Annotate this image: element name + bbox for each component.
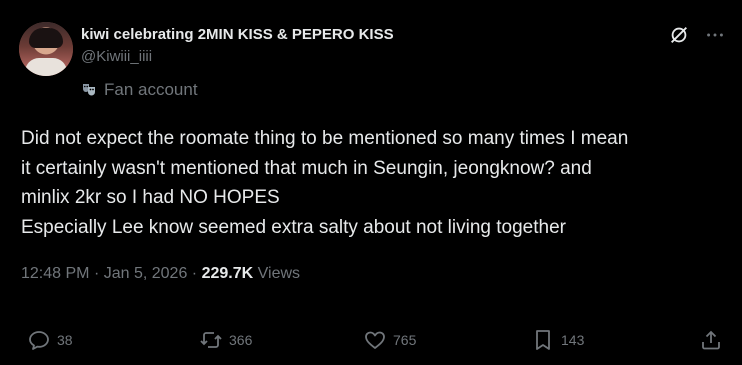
tweet-text-line: minlix 2kr so I had NO HOPES xyxy=(21,187,280,208)
share-button[interactable] xyxy=(699,328,723,352)
meta-separator: · xyxy=(191,265,202,282)
masks-icon xyxy=(83,84,95,96)
like-count: 765 xyxy=(393,332,417,348)
fan-account-label: Fan account xyxy=(81,80,198,100)
reply-icon xyxy=(29,331,49,350)
tweet-text-line: Especially Lee know seemed extra salty a… xyxy=(21,216,566,238)
bookmark-count: 143 xyxy=(561,332,585,348)
avatar-shirt xyxy=(25,58,67,76)
avatar[interactable] xyxy=(19,22,73,76)
tweet-date[interactable]: Jan 5, 2026 xyxy=(104,265,188,282)
more-options-icon[interactable] xyxy=(704,24,726,46)
author-display-name[interactable]: kiwi celebrating 2MIN KISS & PEPERO KISS xyxy=(81,26,394,43)
tweet-top-actions xyxy=(668,24,726,46)
reply-button[interactable]: 38 xyxy=(27,328,73,352)
tweet-text-line: it certainly wasn't mentioned that much … xyxy=(21,157,592,179)
bookmark-button[interactable]: 143 xyxy=(531,328,584,352)
tweet-metadata: 12:48 PM · Jan 5, 2026 · 229.7K Views xyxy=(21,265,300,283)
bookmark-icon xyxy=(536,330,550,350)
avatar-hair xyxy=(29,28,63,48)
meta-separator: · xyxy=(93,265,104,282)
reply-count: 38 xyxy=(57,332,73,348)
like-button[interactable]: 765 xyxy=(363,328,416,352)
tweet-text-line: Did not expect the roomate thing to be m… xyxy=(21,128,629,149)
grok-icon[interactable] xyxy=(668,24,690,46)
tweet-text: Did not expect the roomate thing to be m… xyxy=(21,124,727,242)
heart-icon xyxy=(365,331,385,349)
repost-icon xyxy=(200,332,222,348)
repost-button[interactable]: 366 xyxy=(199,328,252,352)
fan-account-text: Fan account xyxy=(104,80,198,99)
repost-count: 366 xyxy=(229,332,253,348)
views-label: Views xyxy=(257,265,301,282)
share-icon xyxy=(702,330,720,350)
author-handle[interactable]: @Kiwiii_iiii xyxy=(81,48,152,65)
tweet-actions-bar: 38 366 765 143 xyxy=(0,324,742,358)
tweet-time[interactable]: 12:48 PM xyxy=(21,265,89,282)
views-count: 229.7K xyxy=(201,265,254,282)
